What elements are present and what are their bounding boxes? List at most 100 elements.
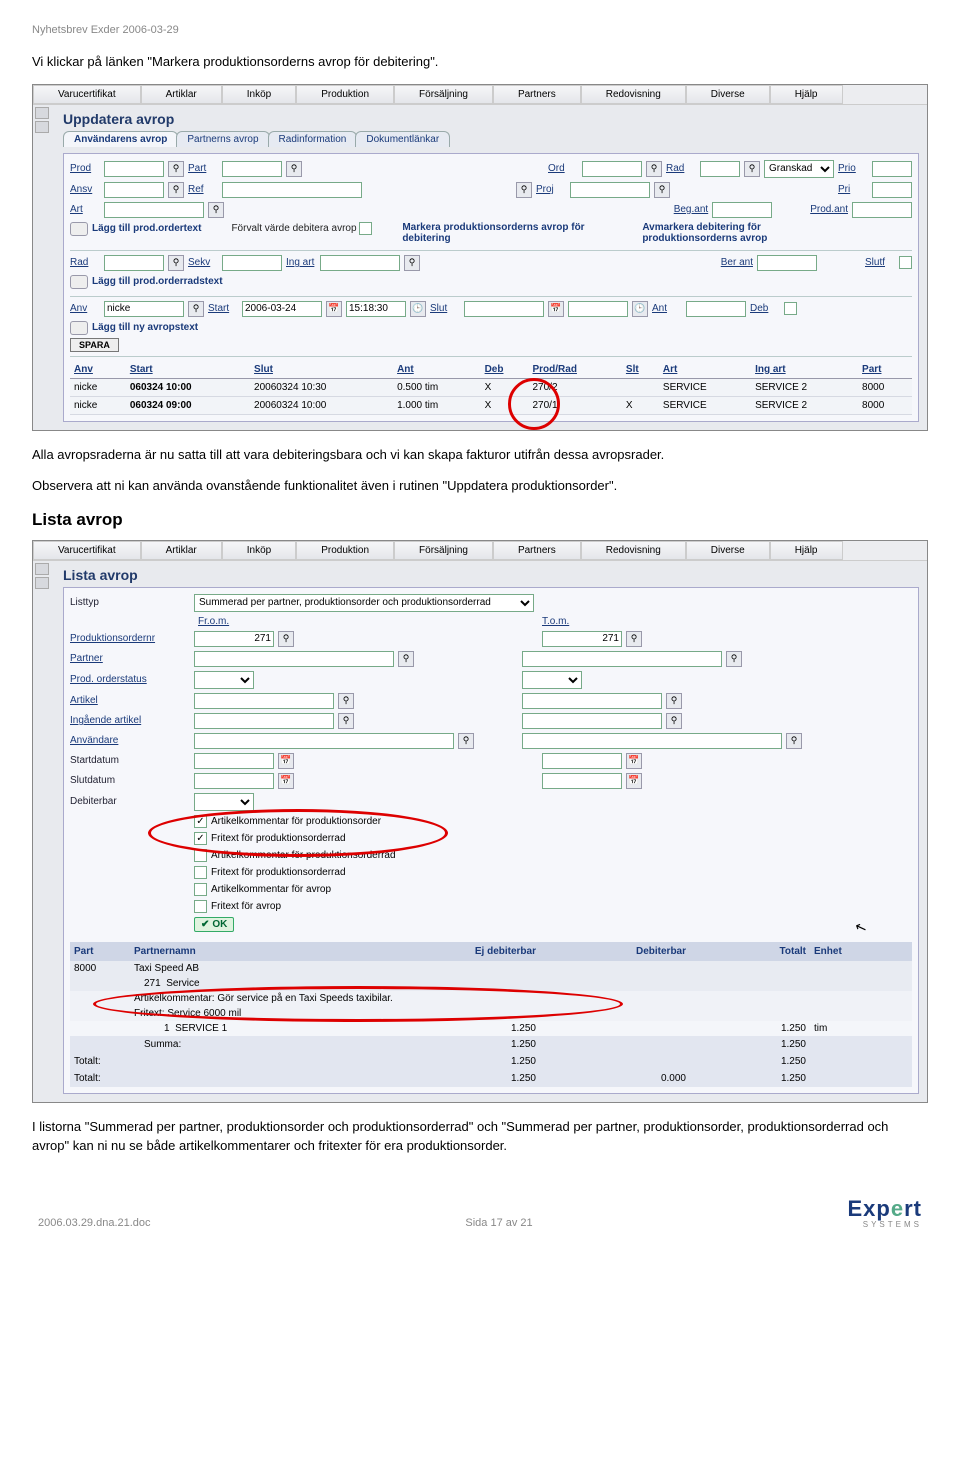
input-prio[interactable] xyxy=(872,161,912,177)
tab-radinformation[interactable]: Radinformation xyxy=(268,131,358,147)
input-prodant[interactable] xyxy=(852,202,912,218)
menu-redovisning[interactable]: Redovisning xyxy=(581,541,686,560)
input-ord[interactable] xyxy=(582,161,642,177)
input-anvandare-from[interactable] xyxy=(194,733,454,749)
input-startdatum-from[interactable] xyxy=(194,753,274,769)
search-icon[interactable]: ⚲ xyxy=(516,182,532,198)
search-icon[interactable]: ⚲ xyxy=(338,693,354,709)
menu-varucertifikat[interactable]: Varucertifikat xyxy=(33,85,141,104)
select-debiterbar[interactable] xyxy=(194,793,254,811)
add-avropstext-button[interactable]: Lägg till ny avropstext xyxy=(70,321,198,335)
clock-icon[interactable]: 🕒 xyxy=(632,301,648,317)
search-icon[interactable]: ⚲ xyxy=(338,713,354,729)
th-part[interactable]: Part xyxy=(858,361,912,379)
calendar-icon[interactable]: 📅 xyxy=(548,301,564,317)
table-row[interactable]: nicke 060324 09:00 20060324 10:00 1.000 … xyxy=(70,396,912,414)
search-icon[interactable]: ⚲ xyxy=(168,182,184,198)
menu-redovisning[interactable]: Redovisning xyxy=(581,85,686,104)
th-ant[interactable]: Ant xyxy=(393,361,481,379)
input-ingart[interactable] xyxy=(320,255,400,271)
checkbox-deb[interactable] xyxy=(784,302,797,315)
input-startdate[interactable] xyxy=(242,301,322,317)
calendar-icon[interactable]: 📅 xyxy=(326,301,342,317)
search-icon[interactable]: ⚲ xyxy=(726,651,742,667)
th-ingart[interactable]: Ing art xyxy=(751,361,858,379)
search-icon[interactable]: ⚲ xyxy=(208,202,224,218)
input-slutdate[interactable] xyxy=(464,301,544,317)
th-anv[interactable]: Anv xyxy=(70,361,126,379)
input-slutdatum-from[interactable] xyxy=(194,773,274,789)
select-listtyp[interactable]: Summerad per partner, produktionsorder o… xyxy=(194,594,534,612)
menu-varucertifikat[interactable]: Varucertifikat xyxy=(33,541,141,560)
input-anv[interactable] xyxy=(104,301,184,317)
menu-inkop[interactable]: Inköp xyxy=(222,541,296,560)
th-slut[interactable]: Slut xyxy=(250,361,393,379)
input-anvandare-to[interactable] xyxy=(522,733,782,749)
menu-artiklar[interactable]: Artiklar xyxy=(141,85,222,104)
input-ingartikel-from[interactable] xyxy=(194,713,334,729)
add-radtext-button[interactable]: Lägg till prod.orderradstext xyxy=(70,275,223,289)
tab-dokumentlankar[interactable]: Dokumentlänkar xyxy=(355,131,450,147)
add-ordertext-button[interactable]: Lägg till prod.ordertext xyxy=(70,222,201,236)
checkbox-option[interactable] xyxy=(194,815,207,828)
search-icon[interactable]: ⚲ xyxy=(654,182,670,198)
link-avmarkera-debitering[interactable]: Avmarkera debitering för produktionsorde… xyxy=(642,222,852,244)
search-icon[interactable]: ⚲ xyxy=(458,733,474,749)
input-partner-from[interactable] xyxy=(194,651,394,667)
menu-inkop[interactable]: Inköp xyxy=(222,85,296,104)
search-icon[interactable]: ⚲ xyxy=(786,733,802,749)
menu-diverse[interactable]: Diverse xyxy=(686,85,770,104)
menu-partners[interactable]: Partners xyxy=(493,85,581,104)
th-deb[interactable]: Deb xyxy=(481,361,529,379)
calendar-icon[interactable]: 📅 xyxy=(278,773,294,789)
menu-artiklar[interactable]: Artiklar xyxy=(141,541,222,560)
search-icon[interactable]: ⚲ xyxy=(666,693,682,709)
input-startdatum-to[interactable] xyxy=(542,753,622,769)
save-button[interactable]: SPARA xyxy=(70,338,119,352)
search-icon[interactable]: ⚲ xyxy=(404,255,420,271)
home-icon[interactable] xyxy=(35,107,49,119)
input-ansv[interactable] xyxy=(104,182,164,198)
input-begant[interactable] xyxy=(712,202,772,218)
table-row[interactable]: nicke 060324 10:00 20060324 10:30 0.500 … xyxy=(70,378,912,396)
checkbox-option[interactable] xyxy=(194,883,207,896)
checkbox-slutf[interactable] xyxy=(899,256,912,269)
checkbox-option[interactable] xyxy=(194,832,207,845)
input-partner-to[interactable] xyxy=(522,651,722,667)
select-granskad[interactable]: Granskad xyxy=(764,160,834,178)
input-prodnr-from[interactable] xyxy=(194,631,274,647)
th-art[interactable]: Art xyxy=(659,361,751,379)
menu-forsaljning[interactable]: Försäljning xyxy=(394,541,493,560)
list-icon[interactable] xyxy=(35,121,49,133)
input-artikel-from[interactable] xyxy=(194,693,334,709)
search-icon[interactable]: ⚲ xyxy=(744,161,760,177)
checkbox-option[interactable] xyxy=(194,849,207,862)
clock-icon[interactable]: 🕒 xyxy=(410,301,426,317)
input-rad[interactable] xyxy=(700,161,740,177)
menu-produktion[interactable]: Produktion xyxy=(296,541,394,560)
input-pri[interactable] xyxy=(872,182,912,198)
search-icon[interactable]: ⚲ xyxy=(646,161,662,177)
menu-hjalp[interactable]: Hjälp xyxy=(770,541,843,560)
menu-diverse[interactable]: Diverse xyxy=(686,541,770,560)
calendar-icon[interactable]: 📅 xyxy=(626,753,642,769)
input-sluttime[interactable] xyxy=(568,301,628,317)
search-icon[interactable]: ⚲ xyxy=(666,713,682,729)
input-sekv[interactable] xyxy=(222,255,282,271)
select-status-to[interactable] xyxy=(522,671,582,689)
th-start[interactable]: Start xyxy=(126,361,250,379)
tab-anvandarens-avrop[interactable]: Användarens avrop xyxy=(63,131,178,147)
search-icon[interactable]: ⚲ xyxy=(188,301,204,317)
home-icon[interactable] xyxy=(35,563,49,575)
input-prodnr-to[interactable] xyxy=(542,631,622,647)
menu-forsaljning[interactable]: Försäljning xyxy=(394,85,493,104)
tab-partnerns-avrop[interactable]: Partnerns avrop xyxy=(176,131,269,147)
input-art[interactable] xyxy=(104,202,204,218)
search-icon[interactable]: ⚲ xyxy=(168,255,184,271)
checkbox-option[interactable] xyxy=(194,866,207,879)
list-icon[interactable] xyxy=(35,577,49,589)
search-icon[interactable]: ⚲ xyxy=(286,161,302,177)
input-starttime[interactable] xyxy=(346,301,406,317)
calendar-icon[interactable]: 📅 xyxy=(626,773,642,789)
search-icon[interactable]: ⚲ xyxy=(398,651,414,667)
